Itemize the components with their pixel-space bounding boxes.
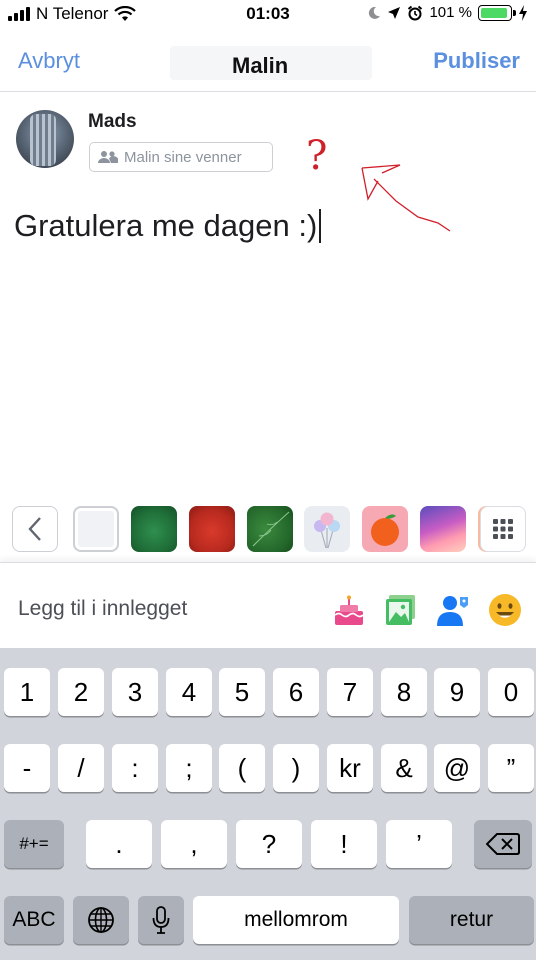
smiley-icon[interactable] — [488, 593, 522, 627]
photo-icon[interactable] — [384, 593, 418, 627]
background-swatch-plain[interactable] — [73, 506, 119, 552]
key-open-paren[interactable]: ( — [219, 744, 265, 792]
space-key[interactable]: mellomrom — [193, 896, 399, 944]
charging-icon — [519, 4, 527, 21]
audience-label: Malin sine venner — [124, 148, 242, 166]
globe-icon — [88, 907, 114, 933]
screen: N Telenor 01:03 101 % Avbryt Malin Publi… — [0, 0, 536, 960]
background-swatch-balloons[interactable] — [304, 506, 350, 552]
key-8[interactable]: 8 — [381, 668, 427, 716]
avatar — [16, 110, 74, 168]
microphone-key[interactable] — [138, 896, 184, 944]
post-text-content: Gratulera me dagen :) — [14, 208, 318, 243]
key-5[interactable]: 5 — [219, 668, 265, 716]
location-arrow-icon — [388, 6, 401, 19]
key-question[interactable]: ? — [236, 820, 302, 868]
alarm-icon — [408, 5, 423, 20]
key-9[interactable]: 9 — [434, 668, 480, 716]
cake-icon[interactable] — [332, 593, 366, 627]
microphone-icon — [152, 906, 170, 934]
key-3[interactable]: 3 — [112, 668, 158, 716]
background-picker — [0, 500, 536, 558]
key-close-paren[interactable]: ) — [273, 744, 319, 792]
battery-percent: 101 % — [429, 4, 472, 21]
nav-bar: Avbryt Malin Publiser — [0, 30, 536, 92]
post-text-input[interactable]: Gratulera me dagen :) — [14, 208, 322, 244]
cancel-button[interactable]: Avbryt — [18, 48, 80, 74]
backspace-icon — [486, 833, 520, 855]
key-ampersand[interactable]: & — [381, 744, 427, 792]
background-swatch-wave[interactable] — [420, 506, 466, 552]
key-comma[interactable]: , — [161, 820, 227, 868]
key-0[interactable]: 0 — [488, 668, 534, 716]
key-hyphen[interactable]: - — [4, 744, 50, 792]
status-bar: N Telenor 01:03 101 % — [0, 0, 536, 30]
key-7[interactable]: 7 — [327, 668, 373, 716]
return-key[interactable]: retur — [409, 896, 534, 944]
handdrawn-annotation: ? — [306, 133, 451, 232]
symbols-toggle-key[interactable]: #+= — [4, 820, 64, 868]
key-kr[interactable]: kr — [327, 744, 373, 792]
key-apostrophe[interactable]: ’ — [386, 820, 452, 868]
globe-key[interactable] — [73, 896, 129, 944]
friends-icon — [98, 151, 118, 163]
moon-icon — [369, 6, 381, 19]
key-semicolon[interactable]: ; — [166, 744, 212, 792]
key-exclamation[interactable]: ! — [311, 820, 377, 868]
add-to-post-label: Legg til i innlegget — [18, 597, 188, 620]
backspace-key[interactable] — [474, 820, 532, 868]
keyboard: 1 2 3 4 5 6 7 8 9 0 - / : ; ( ) kr & @ ”… — [0, 648, 536, 960]
key-4[interactable]: 4 — [166, 668, 212, 716]
background-swatch-peach[interactable] — [362, 506, 408, 552]
author-name: Mads — [88, 111, 137, 132]
key-quote[interactable]: ” — [488, 744, 534, 792]
status-right: 101 % — [367, 4, 528, 21]
background-swatch-green-ball[interactable] — [131, 506, 177, 552]
annotation-question-mark: ? — [306, 133, 327, 179]
abc-key[interactable]: ABC — [4, 896, 64, 944]
add-to-post-bar[interactable]: Legg til i innlegget — [0, 562, 536, 648]
key-2[interactable]: 2 — [58, 668, 104, 716]
background-swatch-leaf[interactable] — [247, 506, 293, 552]
key-slash[interactable]: / — [58, 744, 104, 792]
audience-selector[interactable]: Malin sine venner — [89, 142, 273, 172]
annotation-arrow — [361, 164, 451, 232]
publish-button[interactable]: Publiser — [433, 48, 520, 74]
key-1[interactable]: 1 — [4, 668, 50, 716]
key-colon[interactable]: : — [112, 744, 158, 792]
key-6[interactable]: 6 — [273, 668, 319, 716]
tag-person-icon[interactable] — [436, 593, 470, 627]
nav-title: Malin — [232, 53, 289, 78]
key-period[interactable]: . — [86, 820, 152, 868]
key-at[interactable]: @ — [434, 744, 480, 792]
background-swatch-red-ball[interactable] — [189, 506, 235, 552]
back-chevron-icon[interactable] — [12, 506, 58, 552]
battery-icon — [478, 4, 516, 21]
grid-icon[interactable] — [480, 506, 526, 552]
